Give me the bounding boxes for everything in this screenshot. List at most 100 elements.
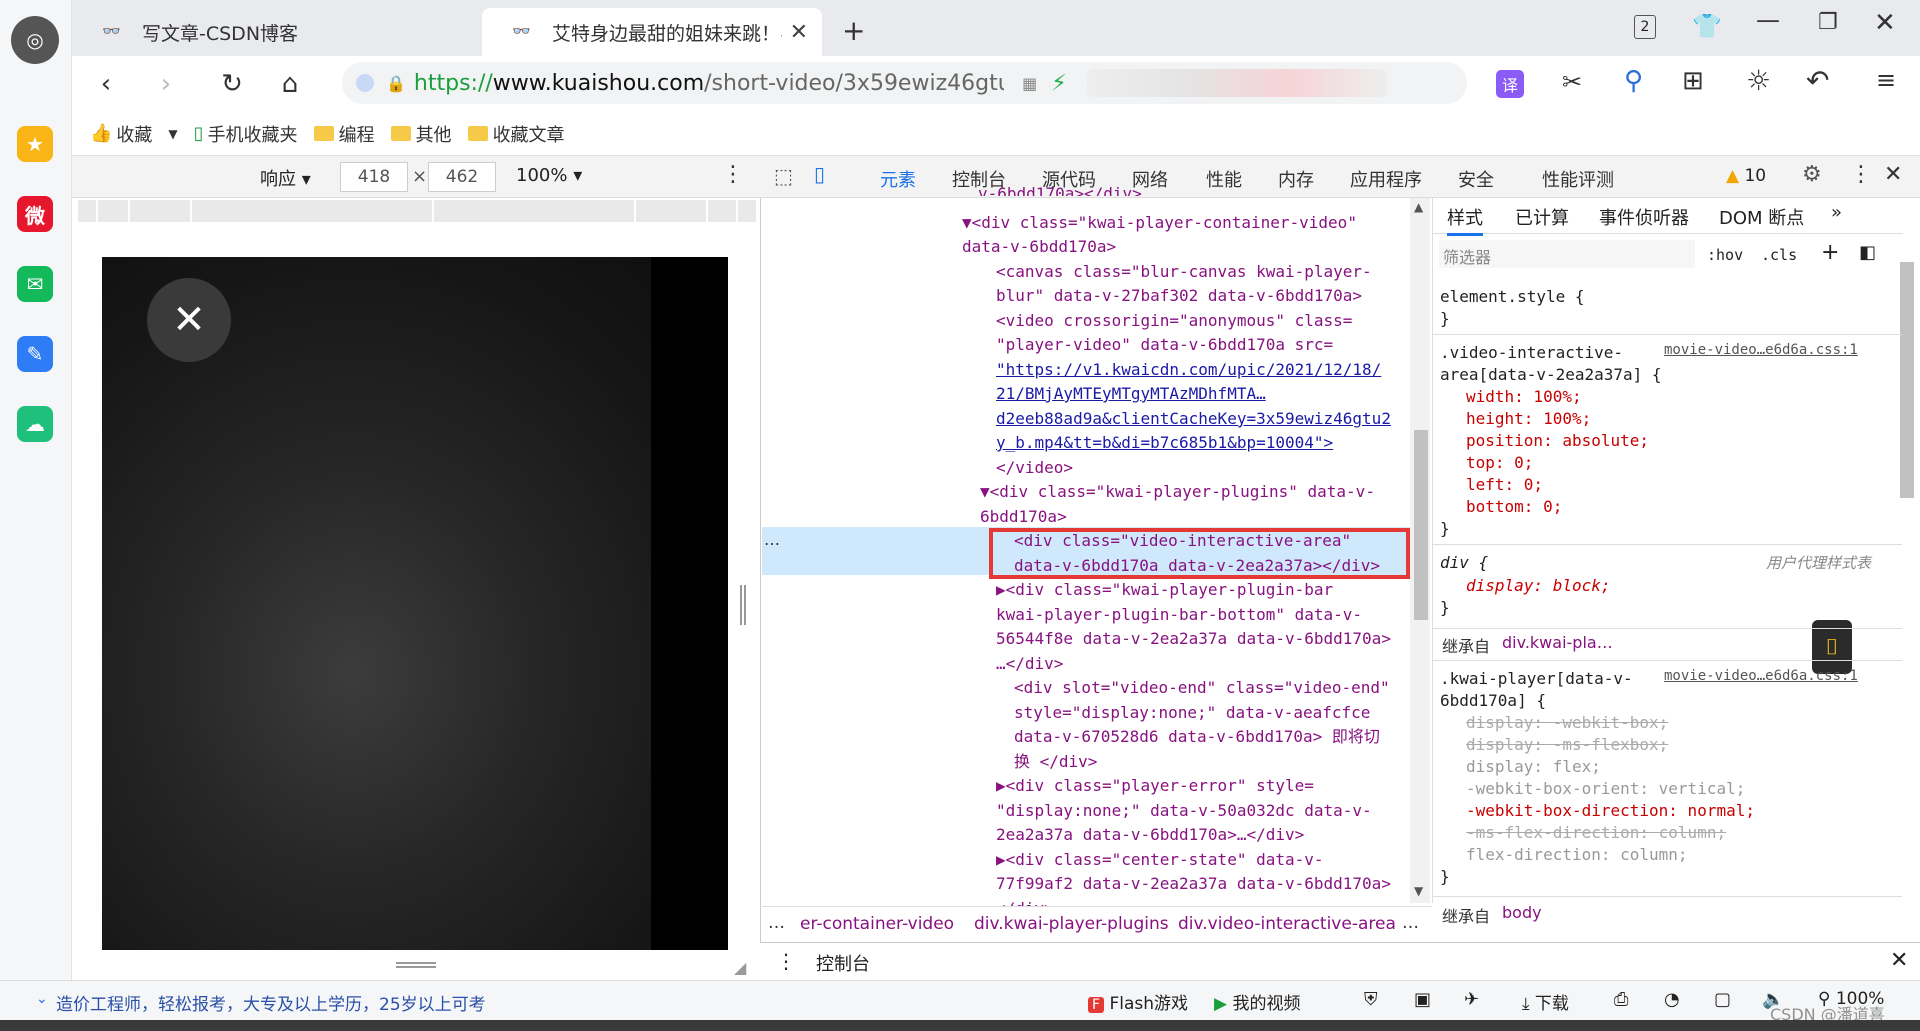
tab-computed[interactable]: 已计算: [1515, 204, 1569, 230]
bookmark-folder-programming[interactable]: 编程: [313, 121, 375, 147]
viewport-resize-corner[interactable]: ◢: [734, 958, 746, 977]
ad-chevron-icon[interactable]: ⌄: [36, 991, 48, 1007]
bookmark-mobile[interactable]: ▯ 手机收藏夹: [194, 121, 298, 147]
tab-application[interactable]: 应用程序: [1350, 166, 1422, 192]
elements-code-line[interactable]: 2ea2a37a data-v-6bdd170a>…</div>: [996, 823, 1304, 848]
style-rule-line[interactable]: 6bdd170a] {: [1440, 690, 1546, 712]
styles-scrollbar-thumb[interactable]: [1900, 262, 1914, 498]
devtools-close-icon[interactable]: ✕: [1884, 162, 1902, 187]
scroll-down-arrow[interactable]: ▼: [1414, 884, 1423, 898]
breadcrumb-more-right[interactable]: …: [1402, 913, 1419, 933]
media-query-bar[interactable]: [72, 200, 760, 224]
elements-code-line[interactable]: data-v-670528d6 data-v-6bdd170a> 即将切: [1014, 725, 1380, 750]
viewport-resize-handle-bottom[interactable]: [396, 962, 436, 968]
style-rule-line[interactable]: display: -ms-flexbox;: [1466, 734, 1668, 756]
undo-icon[interactable]: ↶: [1806, 64, 1829, 97]
warning-counter[interactable]: ▲ 10: [1726, 166, 1766, 186]
tab-more[interactable]: »: [1831, 202, 1842, 223]
more-options-icon[interactable]: ⋮: [722, 162, 744, 187]
style-rule-line[interactable]: flex-direction: column;: [1466, 844, 1688, 866]
toggle-sidebar-icon[interactable]: ◧: [1859, 242, 1876, 263]
tab-memory[interactable]: 内存: [1278, 166, 1314, 192]
skin-icon[interactable]: 👕: [1692, 12, 1722, 40]
style-rule-line[interactable]: }: [1440, 518, 1450, 540]
favorites-star-icon[interactable]: ★: [17, 126, 53, 162]
elements-code-line[interactable]: ▼<div class="kwai-player-container-video…: [962, 211, 1357, 236]
tab-elements[interactable]: 元素: [880, 166, 916, 202]
drawer-tab-console[interactable]: 控制台: [816, 950, 870, 983]
elements-scrollbar-thumb[interactable]: [1414, 430, 1428, 620]
scroll-up-arrow[interactable]: ▲: [1414, 200, 1423, 214]
breadcrumb-more-left[interactable]: …: [768, 913, 785, 933]
elements-code-line[interactable]: <video crossorigin="anonymous" class=: [996, 309, 1352, 334]
style-rule-line[interactable]: top: 0;: [1466, 452, 1533, 474]
restore-button[interactable]: ❐: [1818, 10, 1838, 35]
tab-performance[interactable]: 性能: [1206, 166, 1242, 192]
style-source-link[interactable]: movie-video…e6d6a.css:1: [1664, 342, 1858, 358]
download-link[interactable]: ⤓ 下载: [1522, 989, 1569, 1014]
apps-grid-icon[interactable]: ⊞: [1682, 66, 1704, 96]
elements-code-line[interactable]: <canvas class="blur-canvas kwai-player-: [996, 260, 1372, 285]
close-video-button[interactable]: ✕: [147, 278, 231, 362]
drawer-close-icon[interactable]: ✕: [1890, 948, 1908, 973]
flash-games-link[interactable]: F Flash游戏: [1088, 989, 1188, 1014]
style-rule-line[interactable]: }: [1440, 866, 1450, 888]
bookmark-folder-articles[interactable]: 收藏文章: [467, 121, 565, 147]
printer-icon[interactable]: ⎙: [1614, 989, 1628, 1010]
speed-icon[interactable]: ◔: [1664, 989, 1680, 1010]
window-icon[interactable]: ▢: [1714, 989, 1731, 1010]
address-bar[interactable]: 🔒 https:// www.kuaishou.com /short-video…: [342, 62, 1467, 104]
cloud-icon[interactable]: ☁: [17, 406, 53, 442]
incognito-avatar[interactable]: ◎: [11, 16, 59, 64]
drawer-menu-icon[interactable]: ⋮: [776, 949, 796, 973]
site-info-icon[interactable]: [356, 74, 374, 92]
elements-code-line[interactable]: data-v-6bdd170a>: [962, 235, 1116, 260]
style-rule-line[interactable]: bottom: 0;: [1466, 496, 1562, 518]
rocket-icon[interactable]: ✈: [1464, 989, 1479, 1010]
tab-count-badge[interactable]: 2: [1634, 15, 1656, 39]
tab-event-listeners[interactable]: 事件侦听器: [1599, 204, 1689, 230]
breadcrumb-container-video[interactable]: er-container-video: [800, 914, 954, 934]
inherited-target[interactable]: div.kwai-pla…: [1502, 633, 1613, 652]
elements-code-line[interactable]: 6bdd170a>: [980, 505, 1067, 530]
node-dots[interactable]: …: [764, 530, 780, 549]
elements-code-line[interactable]: ▶<div class="kwai-player-plugin-bar: [996, 578, 1333, 603]
elements-code-line[interactable]: </video>: [996, 456, 1073, 481]
menu-icon[interactable]: ≡: [1876, 66, 1896, 94]
tab-kuaishou[interactable]: 👓 艾特身边最甜的姐妹来跳！# ✕: [482, 8, 822, 56]
lightning-icon[interactable]: ⚡: [1051, 71, 1066, 96]
device-toggle-icon[interactable]: ▯: [814, 162, 825, 186]
elements-code-line[interactable]: y_b.mp4&tt=b&di=b7c685b1&bp=10004">: [996, 431, 1333, 456]
style-rule-line[interactable]: area[data-v-2ea2a37a] {: [1440, 364, 1662, 386]
translate-button[interactable]: 译: [1496, 70, 1524, 98]
weibo-icon[interactable]: 微: [17, 196, 53, 232]
cls-button[interactable]: .cls: [1761, 246, 1797, 264]
style-rule-line[interactable]: }: [1440, 597, 1450, 619]
mail-icon[interactable]: ✉: [17, 266, 53, 302]
settings-gear-icon[interactable]: ⚙: [1802, 162, 1822, 187]
shield-icon[interactable]: ⛨: [1364, 989, 1378, 1010]
elements-code-line[interactable]: v-6bdd170a></div>: [978, 182, 1142, 196]
elements-code-line[interactable]: style="display:none;" data-v-aeafcfce: [1014, 701, 1370, 726]
home-button[interactable]: ⌂: [272, 66, 308, 102]
brightness-icon[interactable]: ☼: [1746, 64, 1771, 97]
minimize-button[interactable]: —: [1756, 6, 1780, 34]
reload-button[interactable]: ↻: [214, 66, 250, 102]
scissors-icon[interactable]: ✂: [1562, 68, 1582, 96]
style-rule-line[interactable]: left: 0;: [1466, 474, 1543, 496]
elements-code-line[interactable]: 换 </div>: [1014, 750, 1097, 775]
elements-code-line[interactable]: ▶<div class="center-state" data-v-: [996, 848, 1324, 873]
style-rule-line[interactable]: height: 100%;: [1466, 408, 1591, 430]
height-input[interactable]: 462: [428, 162, 496, 192]
width-input[interactable]: 418: [340, 162, 408, 192]
forward-button[interactable]: ›: [148, 66, 184, 102]
tab-close-icon[interactable]: ✕: [790, 20, 808, 45]
style-rule-line[interactable]: display: flex;: [1466, 756, 1601, 778]
style-rule-line[interactable]: -ms-flex-direction: column;: [1466, 822, 1726, 844]
style-rule-line[interactable]: width: 100%;: [1466, 386, 1582, 408]
image-icon[interactable]: ▣: [1414, 989, 1431, 1010]
search-icon[interactable]: ⚲: [1624, 66, 1643, 96]
tab-dom-breakpoints[interactable]: DOM 断点: [1719, 204, 1804, 230]
elements-code-line[interactable]: blur" data-v-27baf302 data-v-6bdd170a>: [996, 284, 1362, 309]
elements-code-line[interactable]: ▶<div class="player-error" style=: [996, 774, 1314, 799]
